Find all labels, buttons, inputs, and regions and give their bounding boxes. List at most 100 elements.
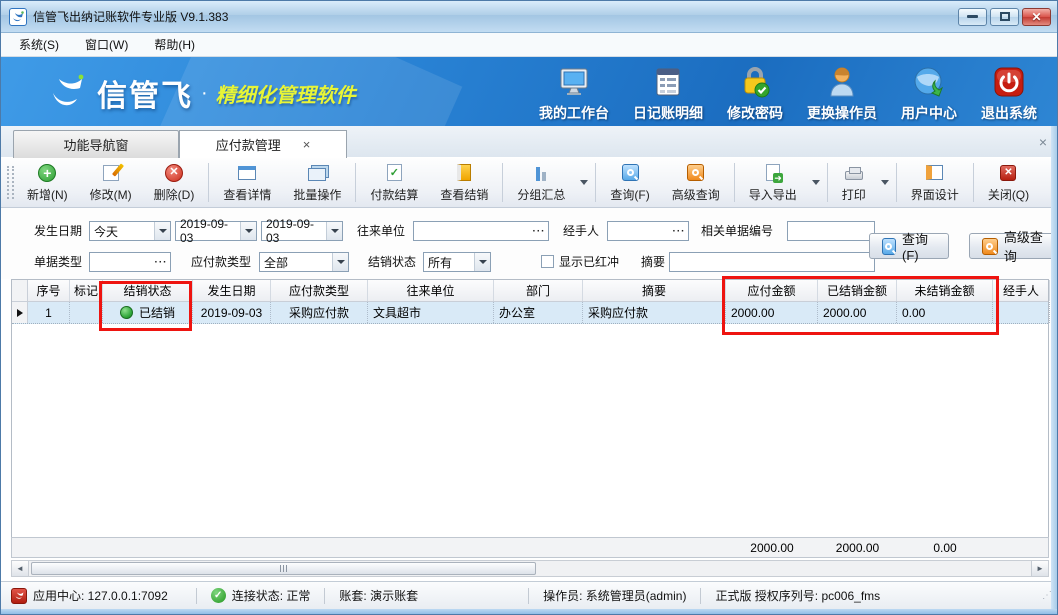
doctype-input[interactable]: ··· [89,252,171,272]
lookup-ellipsis-icon[interactable]: ··· [670,222,688,240]
scroll-right-icon[interactable]: ► [1031,561,1048,576]
column-header[interactable]: 未结销金额 [897,280,993,301]
column-header[interactable]: 往来单位 [368,280,494,301]
date-from-select[interactable]: 2019-09-03 [175,221,257,241]
operator-status: 操作员: 系统管理员(admin) [543,587,686,604]
row-marker-cell [12,302,28,323]
exit-system-button[interactable]: 退出系统 [969,63,1049,125]
window-right-border [1051,126,1057,609]
menu-help[interactable]: 帮助(H) [154,36,195,53]
toolbar-grip[interactable] [7,166,14,199]
ui-design-button[interactable]: 界面设计 [900,158,970,207]
group-summary-button[interactable]: 分组汇总 [506,158,576,207]
date-preset-select[interactable]: 今天 [89,221,171,241]
dropdown-arrow-icon[interactable] [326,222,342,240]
query-toolbar-button[interactable]: 查询(F) [599,158,660,207]
settle-status-select[interactable]: 所有 [423,252,491,272]
tab-payables[interactable]: 应付款管理 × [179,130,347,158]
table-row[interactable]: 1 已结销 2019-09-03 采购应付款 文具超市 办公室 采购应付款 20… [12,302,1048,324]
panel-close-icon[interactable]: × [1039,134,1047,150]
menu-window[interactable]: 窗口(W) [85,36,128,53]
dropdown-arrow-icon[interactable] [154,222,170,240]
print-dropdown-icon[interactable] [881,180,889,185]
date-label: 发生日期 [34,221,82,241]
user-center-button[interactable]: 用户中心 [889,63,969,125]
batch-operation-button[interactable]: 批量操作 [282,158,352,207]
horizontal-scrollbar[interactable]: ◄ ► [11,560,1049,577]
query-button[interactable]: 查询(F) [869,233,949,259]
tab-close-icon[interactable]: × [303,137,311,152]
summary-input[interactable] [669,252,875,272]
lookup-ellipsis-icon[interactable]: ··· [152,253,170,271]
scroll-left-icon[interactable]: ◄ [12,561,29,576]
dropdown-arrow-icon[interactable] [474,253,490,271]
delete-button[interactable]: ✕ 删除(D) [143,158,206,207]
payment-settle-button[interactable]: ✓ 付款结算 [359,158,429,207]
advanced-query-magnifier-icon [687,164,704,181]
brand-tagline: 精细化管理软件 [216,79,356,108]
column-header[interactable]: 发生日期 [193,280,271,301]
group-summary-dropdown-icon[interactable] [580,180,588,185]
close-button[interactable]: ✕ [1022,8,1051,26]
scrollbar-thumb[interactable] [31,562,536,575]
cell-seq: 1 [28,302,70,323]
advanced-query-toolbar-button[interactable]: 高级查询 [661,158,731,207]
paytype-select[interactable]: 全部 [259,252,349,272]
view-detail-button[interactable]: 查看详情 [212,158,282,207]
status-bar: 应用中心: 127.0.0.1:7092 ✓ 连接状态: 正常 账套: 演示账套… [1,581,1058,609]
advanced-query-button[interactable]: 高级查询 [969,233,1058,259]
switch-operator-button[interactable]: 更换操作员 [795,63,889,125]
workbench-button[interactable]: 我的工作台 [527,63,621,125]
edit-button[interactable]: 修改(M) [79,158,143,207]
close-tab-button[interactable]: ✕ 关闭(Q) [977,158,1040,207]
column-header[interactable]: 序号 [28,280,70,301]
column-header[interactable]: 结销状态 [103,280,193,301]
column-header[interactable]: 标记 [70,280,103,301]
edit-icon [103,165,119,181]
title-bar: 信管飞出纳记账软件专业版 V9.1.383 ✕ [1,1,1058,33]
import-export-icon [766,164,780,181]
column-header[interactable]: 已结销金额 [818,280,897,301]
close-tab-icon: ✕ [1000,165,1016,181]
dropdown-arrow-icon[interactable] [332,253,348,271]
tab-function-nav[interactable]: 功能导航窗 [13,130,179,158]
add-button[interactable]: + 新增(N) [16,158,79,207]
totals-row: 2000.00 2000.00 0.00 [11,537,1049,558]
column-header[interactable]: 应付金额 [726,280,818,301]
globe-arrow-icon [911,65,947,99]
date-to-select[interactable]: 2019-09-03 [261,221,343,241]
settle-status-label: 结销状态 [368,252,416,272]
cell-vendor: 文具超市 [368,302,494,323]
view-settlement-button[interactable]: 查看结销 [429,158,499,207]
show-reversed-checkbox[interactable] [541,255,554,268]
person-icon [824,65,860,99]
column-header[interactable]: 摘要 [583,280,726,301]
maximize-button[interactable] [990,8,1019,26]
import-export-dropdown-icon[interactable] [812,180,820,185]
agent-input[interactable]: ··· [607,221,689,241]
menu-system[interactable]: 系统(S) [19,36,59,53]
dropdown-arrow-icon[interactable] [240,222,256,240]
paytype-label: 应付款类型 [191,252,251,272]
import-export-button[interactable]: 导入导出 [738,158,808,207]
minimize-button[interactable] [958,8,987,26]
total-unsettled: 0.00 [897,538,993,557]
header-marker-cell [12,280,28,301]
app-center-icon [11,588,27,604]
cell-payable: 2000.00 [726,302,818,323]
brand-name: 信管飞 [97,71,193,115]
brand-logo: 信管飞 · 精细化管理软件 [47,71,356,115]
column-header[interactable]: 部门 [494,280,583,301]
app-center-status: 应用中心: 127.0.0.1:7092 [11,587,168,604]
vendor-input[interactable]: ··· [413,221,549,241]
add-icon: + [38,164,56,182]
cell-settled: 2000.00 [818,302,897,323]
change-password-button[interactable]: 修改密码 [715,63,795,125]
menu-bar: 系统(S) 窗口(W) 帮助(H) [1,33,1058,57]
journal-detail-button[interactable]: 日记账明细 [621,63,715,125]
lookup-ellipsis-icon[interactable]: ··· [530,222,548,240]
column-header[interactable]: 应付款类型 [271,280,368,301]
related-doc-input[interactable] [787,221,875,241]
column-header[interactable]: 经手人 [993,280,1050,301]
print-button[interactable]: 打印 [831,158,877,207]
